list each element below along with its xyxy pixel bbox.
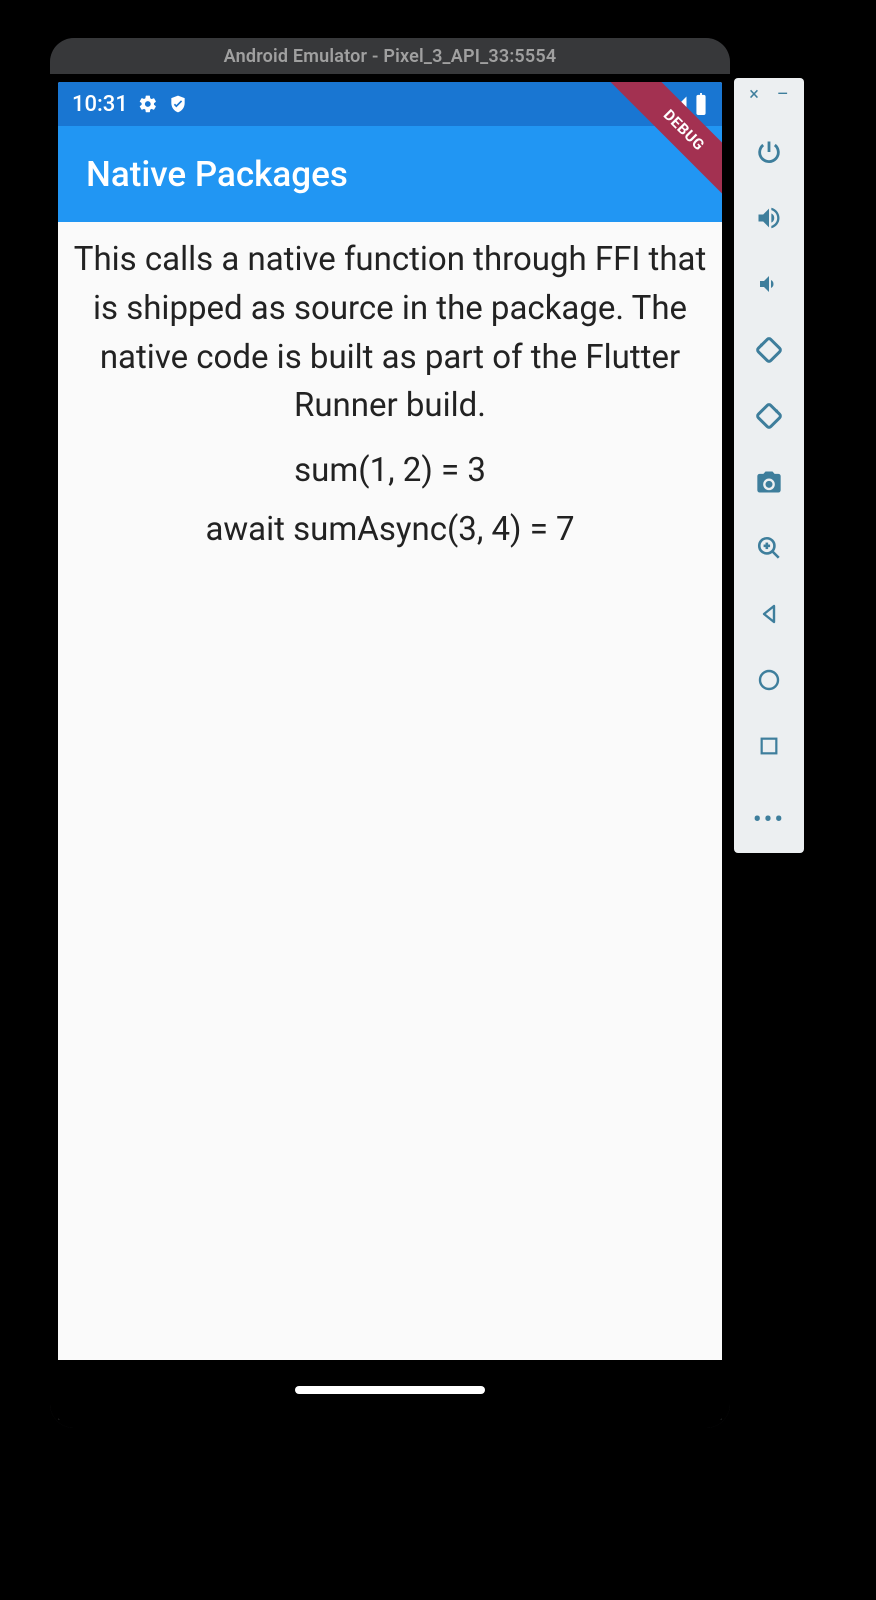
emulator-titlebar[interactable]: Android Emulator - Pixel_3_API_33:5554 — [50, 38, 730, 74]
window-buttons: × – — [749, 86, 788, 104]
close-button[interactable]: × — [749, 86, 759, 104]
home-gesture-pill[interactable] — [295, 1386, 485, 1394]
cellular-icon — [670, 95, 688, 113]
volume-up-icon[interactable] — [743, 192, 795, 244]
device-screen[interactable]: 10:31 — [58, 82, 722, 1420]
shield-icon — [168, 93, 188, 115]
status-right — [642, 93, 708, 115]
overview-icon[interactable] — [743, 720, 795, 772]
status-time: 10:31 — [72, 92, 128, 117]
android-status-bar: 10:31 — [58, 82, 722, 126]
app-bar: Native Packages — [58, 126, 722, 222]
description-text: This calls a native function through FFI… — [72, 236, 708, 431]
status-left: 10:31 — [72, 92, 188, 117]
rotate-left-icon[interactable] — [743, 324, 795, 376]
power-icon[interactable] — [743, 126, 795, 178]
result-sum: sum(1, 2) = 3 — [294, 451, 486, 490]
emulator-side-toolbar: × – ••• — [734, 78, 804, 853]
back-icon[interactable] — [743, 588, 795, 640]
emulator-window: Android Emulator - Pixel_3_API_33:5554 1… — [50, 38, 730, 1428]
app-bar-title: Native Packages — [86, 154, 348, 195]
app-content: This calls a native function through FFI… — [58, 222, 722, 1360]
wifi-icon — [642, 95, 664, 113]
battery-icon — [694, 93, 708, 115]
minimize-button[interactable]: – — [777, 86, 789, 104]
more-options-icon[interactable]: ••• — [753, 805, 785, 835]
android-nav-bar[interactable] — [58, 1360, 722, 1420]
emulator-title: Android Emulator - Pixel_3_API_33:5554 — [224, 46, 557, 67]
device-frame: 10:31 — [50, 74, 730, 1428]
volume-down-icon[interactable] — [743, 258, 795, 310]
zoom-in-icon[interactable] — [743, 522, 795, 574]
result-sum-async: await sumAsync(3, 4) = 7 — [205, 510, 574, 549]
rotate-right-icon[interactable] — [743, 390, 795, 442]
gear-icon — [138, 94, 158, 114]
camera-icon[interactable] — [743, 456, 795, 508]
home-icon[interactable] — [743, 654, 795, 706]
